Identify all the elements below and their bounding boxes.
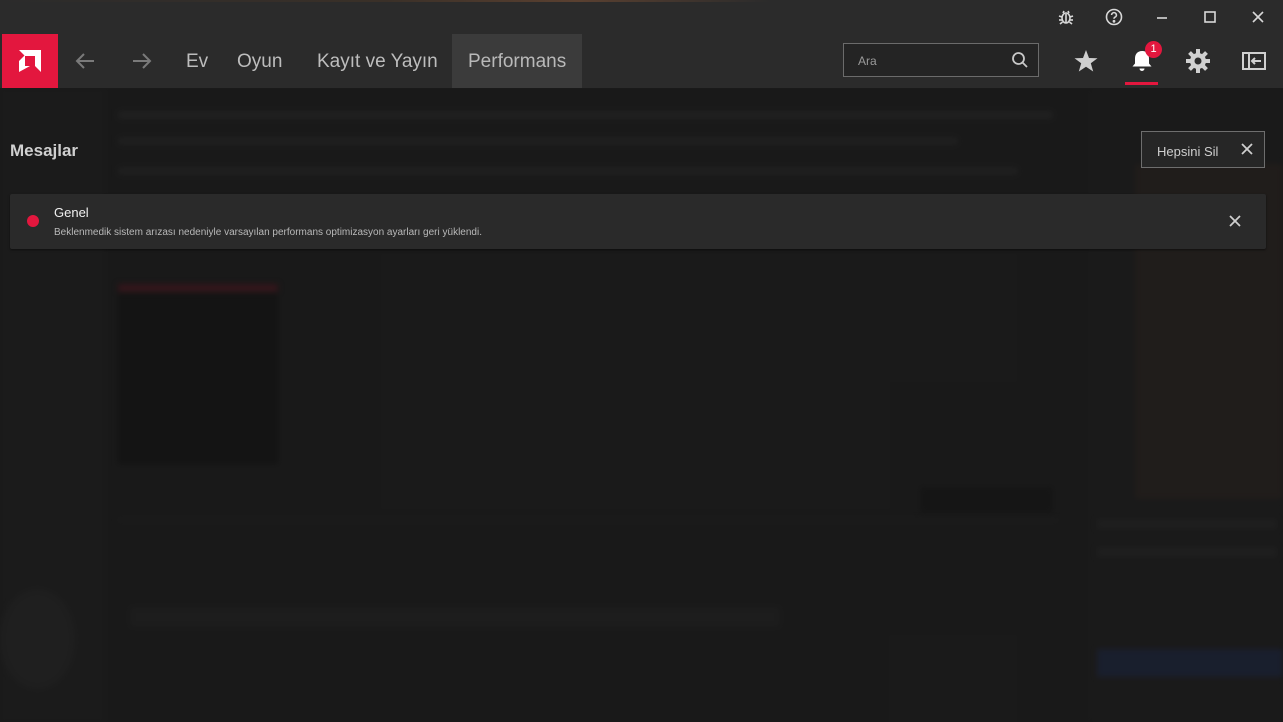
close-icon[interactable] <box>1248 7 1268 27</box>
bug-icon[interactable] <box>1056 7 1076 27</box>
tab-kayit-ve-yayin[interactable]: Kayıt ve Yayın <box>301 34 454 88</box>
unread-dot <box>27 215 39 227</box>
dim-overlay <box>0 89 1283 722</box>
star-icon[interactable] <box>1072 47 1100 75</box>
amd-logo-icon[interactable] <box>2 34 58 88</box>
message-body: Beklenmedik sistem arızası nedeniyle var… <box>54 227 482 238</box>
forward-arrow-icon[interactable] <box>129 48 155 74</box>
tab-oyun[interactable]: Oyun <box>221 34 298 88</box>
help-icon[interactable] <box>1104 7 1124 27</box>
tab-performans[interactable]: Performans <box>452 34 582 88</box>
messages-title: Mesajlar <box>10 141 79 160</box>
notification-badge: 1 <box>1145 41 1162 58</box>
sidebar-toggle-icon[interactable] <box>1240 47 1268 75</box>
dismiss-message-button[interactable] <box>1228 214 1242 228</box>
close-icon <box>1240 142 1254 156</box>
message-title: Genel <box>54 205 89 220</box>
clear-all-button[interactable]: Hepsini Sil <box>1141 131 1265 168</box>
nav-bar: Ev Oyun Kayıt ve Yayın Performans Ara <box>0 34 1283 89</box>
clear-all-label: Hepsini Sil <box>1157 144 1219 159</box>
back-arrow-icon[interactable] <box>72 48 98 74</box>
maximize-icon[interactable] <box>1200 7 1220 27</box>
message-card[interactable]: Genel Beklenmedik sistem arızası nedeniy… <box>10 194 1266 249</box>
search-input[interactable]: Ara <box>858 54 877 68</box>
minimize-icon[interactable] <box>1152 7 1172 27</box>
gear-icon[interactable] <box>1184 47 1212 75</box>
tab-ev[interactable]: Ev <box>170 34 224 88</box>
search-icon[interactable] <box>1010 50 1030 70</box>
notifications-active-indicator <box>1125 82 1158 85</box>
search-box[interactable]: Ara <box>843 43 1039 77</box>
title-bar-strip <box>0 0 1283 2</box>
title-bar <box>0 0 1283 34</box>
